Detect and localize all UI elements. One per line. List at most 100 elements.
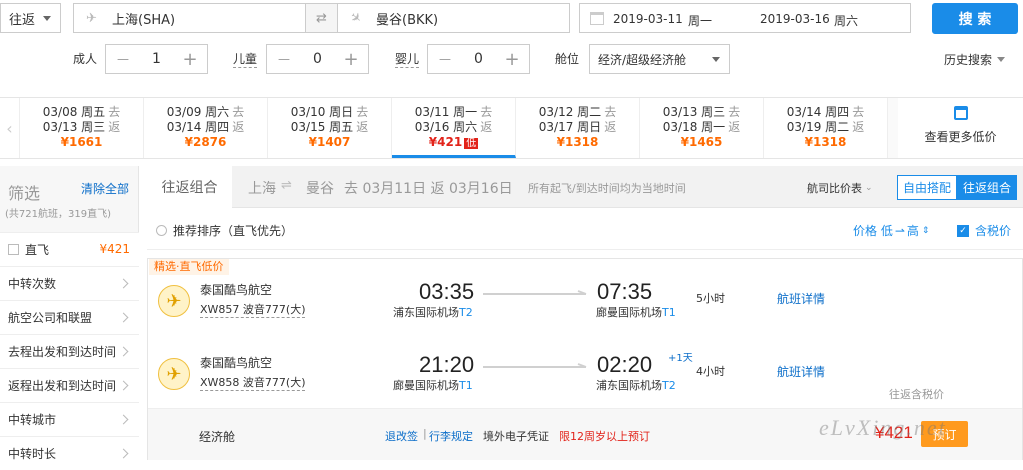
- return-tag: 返: [852, 120, 865, 134]
- filter-item-label: 中转次数: [8, 277, 57, 291]
- airline-logo: ✈: [158, 358, 190, 390]
- mode-free-button[interactable]: 自由搭配: [897, 175, 957, 200]
- departure-time: 03:35: [419, 279, 475, 304]
- price-note: 往返含税价: [889, 388, 944, 401]
- tab-round-trip[interactable]: 往返组合: [147, 166, 232, 208]
- departure-airport: 廊曼国际机场T1: [393, 377, 473, 393]
- flight-route-line: [483, 363, 587, 368]
- filter-item[interactable]: 去程出发和到达时间: [0, 334, 139, 368]
- route-arrow-icon: ⇌: [281, 178, 292, 193]
- direct-flight-filter[interactable]: 直飞 ¥421: [0, 232, 139, 266]
- return-date-text: 03/14 周四: [166, 120, 230, 134]
- outbound-tag: 去: [728, 105, 741, 119]
- time-note: 所有起飞/到达时间均为当地时间: [528, 182, 686, 195]
- cell-price-row: ¥1318: [516, 135, 639, 150]
- trip-type-select[interactable]: 往返: [0, 3, 61, 33]
- date-range-input[interactable]: 2019-03-11 周一 2019-03-16 周六: [579, 3, 911, 33]
- outbound-tag: 去: [232, 105, 245, 119]
- date-price-cell[interactable]: 03/14 周四去 03/19 周二返 ¥1318: [764, 98, 888, 158]
- arrival-airport-name: 廊曼国际机场: [596, 306, 662, 319]
- recommend-sort[interactable]: 推荐排序（直飞优先）: [156, 222, 293, 239]
- outbound-date: 03/11 周一去: [392, 105, 515, 120]
- age-limit-label: 限12周岁以上预订: [559, 430, 650, 443]
- results-header: 往返组合 上海 ⇌ 曼谷 去 03月11日 返 03月16日 所有起飞/到达时间…: [147, 166, 1023, 208]
- date-price-cell[interactable]: 03/13 周三去 03/18 周一返 ¥1465: [640, 98, 764, 158]
- clear-all-filters-link[interactable]: 清除全部: [81, 180, 129, 197]
- cell-price-row: ¥421 低: [392, 135, 515, 151]
- child-stepper[interactable]: — 0 +: [266, 44, 369, 74]
- return-date-text: 03/18 周一: [662, 120, 726, 134]
- date-price-cell[interactable]: 03/10 周日去 03/15 周五返 ¥1407: [268, 98, 392, 158]
- date-price-cell[interactable]: 03/09 周六去 03/14 周四返 ¥2876: [144, 98, 268, 158]
- tab-round-trip-label: 往返组合: [161, 180, 218, 196]
- filter-item[interactable]: 中转时长: [0, 436, 139, 470]
- trip-type-value: 往返: [9, 12, 36, 28]
- sort-label: 推荐排序（直飞优先）: [173, 224, 294, 238]
- flight-detail-link[interactable]: 航班详情: [777, 290, 825, 307]
- tax-checkbox[interactable]: ✓: [957, 224, 969, 237]
- sort-updown-icon: ⇕: [921, 225, 930, 236]
- adult-minus-button[interactable]: —: [106, 45, 140, 73]
- child-minus-button[interactable]: —: [267, 45, 301, 73]
- cell-price-row: ¥1407: [268, 135, 391, 150]
- adult-stepper[interactable]: — 1 +: [105, 44, 208, 74]
- route-from: 上海: [248, 181, 276, 197]
- chevron-down-icon: ⌄: [865, 183, 873, 193]
- cell-price-row: ¥1318: [764, 135, 887, 150]
- filter-title: 筛选: [8, 184, 41, 203]
- tax-toggle[interactable]: ✓ 含税价: [957, 222, 1011, 239]
- flight-route-line: [483, 290, 587, 295]
- infant-plus-button[interactable]: +: [495, 45, 529, 73]
- swap-cities-button[interactable]: ⇄: [305, 3, 338, 33]
- filter-item[interactable]: 中转次数: [0, 266, 139, 300]
- chevron-right-icon: [118, 448, 129, 459]
- price-sort-button[interactable]: 价格 低 ⇀ 高 ⇕: [853, 222, 929, 239]
- cabin-select[interactable]: 经济/超级经济舱: [589, 44, 730, 74]
- outbound-date-text: 03/08 周五: [42, 105, 106, 119]
- arrow-right-icon: ⇀: [894, 223, 905, 238]
- direct-checkbox[interactable]: [8, 244, 19, 255]
- from-city-input[interactable]: ✈ 上海(SHA): [73, 3, 306, 33]
- airline-compare-button[interactable]: 航司比价表 ⌄: [807, 180, 873, 196]
- change-rules-link[interactable]: 退改签: [385, 428, 418, 444]
- return-date-text: 03/17 周日: [538, 120, 602, 134]
- return-tag: 返: [604, 120, 617, 134]
- filter-item-label: 中转城市: [8, 413, 57, 427]
- child-plus-button[interactable]: +: [334, 45, 368, 73]
- airline-compare-label: 航司比价表: [807, 182, 862, 195]
- date-price-cell[interactable]: 03/12 周二去 03/17 周日返 ¥1318: [516, 98, 640, 158]
- flight-duration: 5小时: [696, 292, 725, 305]
- divider: |: [423, 427, 427, 440]
- date-price-cell[interactable]: 03/08 周五去 03/13 周三返 ¥1661: [20, 98, 144, 158]
- strip-prev-button[interactable]: ‹: [0, 98, 20, 158]
- filter-item[interactable]: 航空公司和联盟: [0, 300, 139, 334]
- depart-date: 2019-03-11: [613, 12, 683, 26]
- infant-minus-button[interactable]: —: [428, 45, 462, 73]
- airline-name: 泰国酷鸟航空: [200, 356, 273, 370]
- flight-detail-link[interactable]: 航班详情: [777, 363, 825, 380]
- to-city-value: 曼谷(BKK): [376, 12, 439, 28]
- cell-price: ¥421: [428, 135, 463, 149]
- date-price-cell[interactable]: 03/11 周一去 03/16 周六返 ¥421 低: [392, 98, 516, 158]
- outbound-tag: 去: [108, 105, 121, 119]
- flight-number[interactable]: XW858 波音777(大): [200, 374, 306, 391]
- sort-radio[interactable]: [156, 225, 167, 236]
- adult-plus-button[interactable]: +: [173, 45, 207, 73]
- outbound-date: 03/08 周五去: [20, 105, 143, 120]
- to-city-input[interactable]: ✈ 曼谷(BKK): [337, 3, 570, 33]
- outbound-tag: 去: [604, 105, 617, 119]
- history-search-button[interactable]: 历史搜索: [944, 51, 1006, 68]
- arrival-airport-name: 浦东国际机场: [596, 379, 662, 392]
- return-weekday: 周六: [834, 14, 859, 28]
- watermark: eLvXing.net: [819, 415, 947, 440]
- return-date-text: 03/13 周三: [42, 120, 106, 134]
- filter-item[interactable]: 中转城市: [0, 402, 139, 436]
- filter-item[interactable]: 返程出发和到达时间: [0, 368, 139, 402]
- baggage-rules-link[interactable]: 行李规定: [429, 428, 473, 444]
- infant-stepper[interactable]: — 0 +: [427, 44, 530, 74]
- flight-number[interactable]: XW857 波音777(大): [200, 301, 306, 318]
- child-count: 0: [313, 51, 322, 67]
- more-prices-button[interactable]: 查看更多低价: [898, 98, 1023, 158]
- search-button[interactable]: 搜 索: [932, 3, 1018, 34]
- mode-round-button[interactable]: 往返组合: [957, 175, 1017, 200]
